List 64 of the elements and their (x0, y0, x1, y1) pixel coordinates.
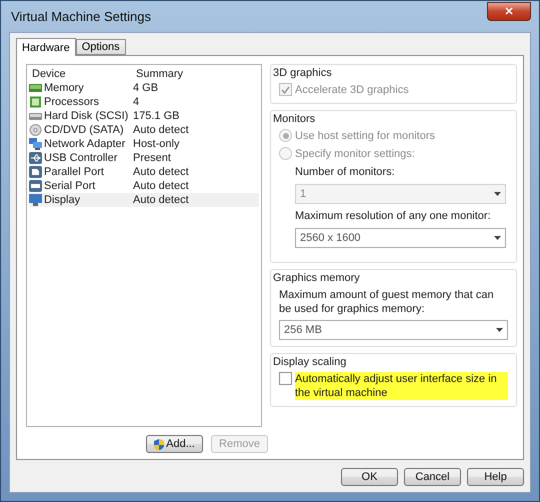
memory-chip-icon (29, 82, 42, 94)
network-monitors-icon (29, 138, 42, 150)
dropdown-caret-icon (496, 328, 503, 332)
disc-icon (29, 124, 42, 136)
dialog-button[interactable]: OK (341, 468, 398, 486)
device-name: Display (44, 194, 80, 206)
column-header: Device (31, 68, 67, 80)
device-row[interactable]: Serial Port Auto detect (29, 179, 259, 193)
group-title: Display scaling (273, 356, 348, 368)
device-summary: Host-only (133, 138, 180, 150)
device-summary: Auto detect (133, 180, 190, 192)
device-name: Hard Disk (SCSI) (44, 110, 128, 122)
memory-dropdown[interactable]: 256 MB (279, 320, 508, 340)
device-summary: 175.1 GB (133, 110, 180, 122)
usb-icon (29, 152, 42, 164)
dropdown-caret-icon (494, 192, 501, 196)
device-summary: Auto detect (133, 166, 190, 178)
device-summary: 4 GB (133, 82, 160, 94)
device-row[interactable]: Memory 4 GB (29, 81, 259, 95)
group-title: Graphics memory (273, 272, 361, 284)
description-text: Maximum amount of guest memory that can be used for graphics memory: (279, 288, 495, 316)
device-name: Memory (44, 82, 84, 94)
port-icon (29, 166, 42, 178)
device-name: Processors (44, 96, 100, 108)
device-name: Parallel Port (44, 166, 104, 178)
close-button[interactable]: ✕ (487, 2, 531, 21)
field-label: Number of monitors: (295, 165, 396, 179)
device-row[interactable]: Network Adapter Host-only (29, 137, 259, 151)
group-title: Monitors (273, 113, 316, 125)
device-row[interactable]: Display Auto detect (29, 193, 259, 207)
device-name: CD/DVD (SATA) (44, 124, 124, 136)
device-summary: 4 (133, 96, 140, 108)
device-row[interactable]: USB Controller Present (29, 151, 259, 165)
checkbox-label: Accelerate 3D graphics (295, 83, 409, 97)
resolution-dropdown[interactable]: 2560 x 1600 (295, 228, 506, 248)
device-row[interactable]: Processors 4 (29, 95, 259, 109)
shield-icon (154, 438, 164, 450)
tab[interactable]: Hardware (16, 38, 76, 56)
radio-label: Specify monitor settings: (295, 147, 415, 161)
device-row[interactable]: CD/DVD (SATA) Auto detect (29, 123, 259, 137)
device-summary: Present (133, 152, 172, 164)
device-name: USB Controller (44, 152, 118, 164)
column-header: Summary (135, 68, 184, 80)
monitor-icon (29, 194, 42, 206)
serial-port-icon (29, 180, 42, 192)
tab[interactable]: Options (76, 39, 126, 55)
checkbox[interactable] (279, 372, 292, 385)
window-title: Virtual Machine Settings (10, 9, 151, 24)
device-row[interactable]: Hard Disk (SCSI) 175.1 GB (29, 109, 259, 123)
group-title: 3D graphics (273, 67, 333, 79)
device-summary: Auto detect (133, 124, 190, 136)
device-name: Serial Port (44, 180, 96, 192)
checkbox-label: Automatically adjust user interface size in the virtual machine (295, 372, 508, 400)
processor-chip-icon (29, 96, 42, 108)
dialog-button[interactable]: Cancel (404, 468, 461, 486)
device-summary: Auto detect (133, 194, 190, 206)
device-name: Network Adapter (44, 138, 126, 150)
field-label: Maximum resolution of any one monitor: (295, 209, 492, 223)
checkmark-icon (281, 86, 290, 94)
add-button[interactable]: Add... (146, 435, 203, 453)
dialog-button[interactable]: Help (467, 468, 524, 486)
dropdown-caret-icon (494, 236, 501, 240)
device-row[interactable]: Parallel Port Auto detect (29, 165, 259, 179)
radio-label: Use host setting for monitors (295, 129, 436, 143)
